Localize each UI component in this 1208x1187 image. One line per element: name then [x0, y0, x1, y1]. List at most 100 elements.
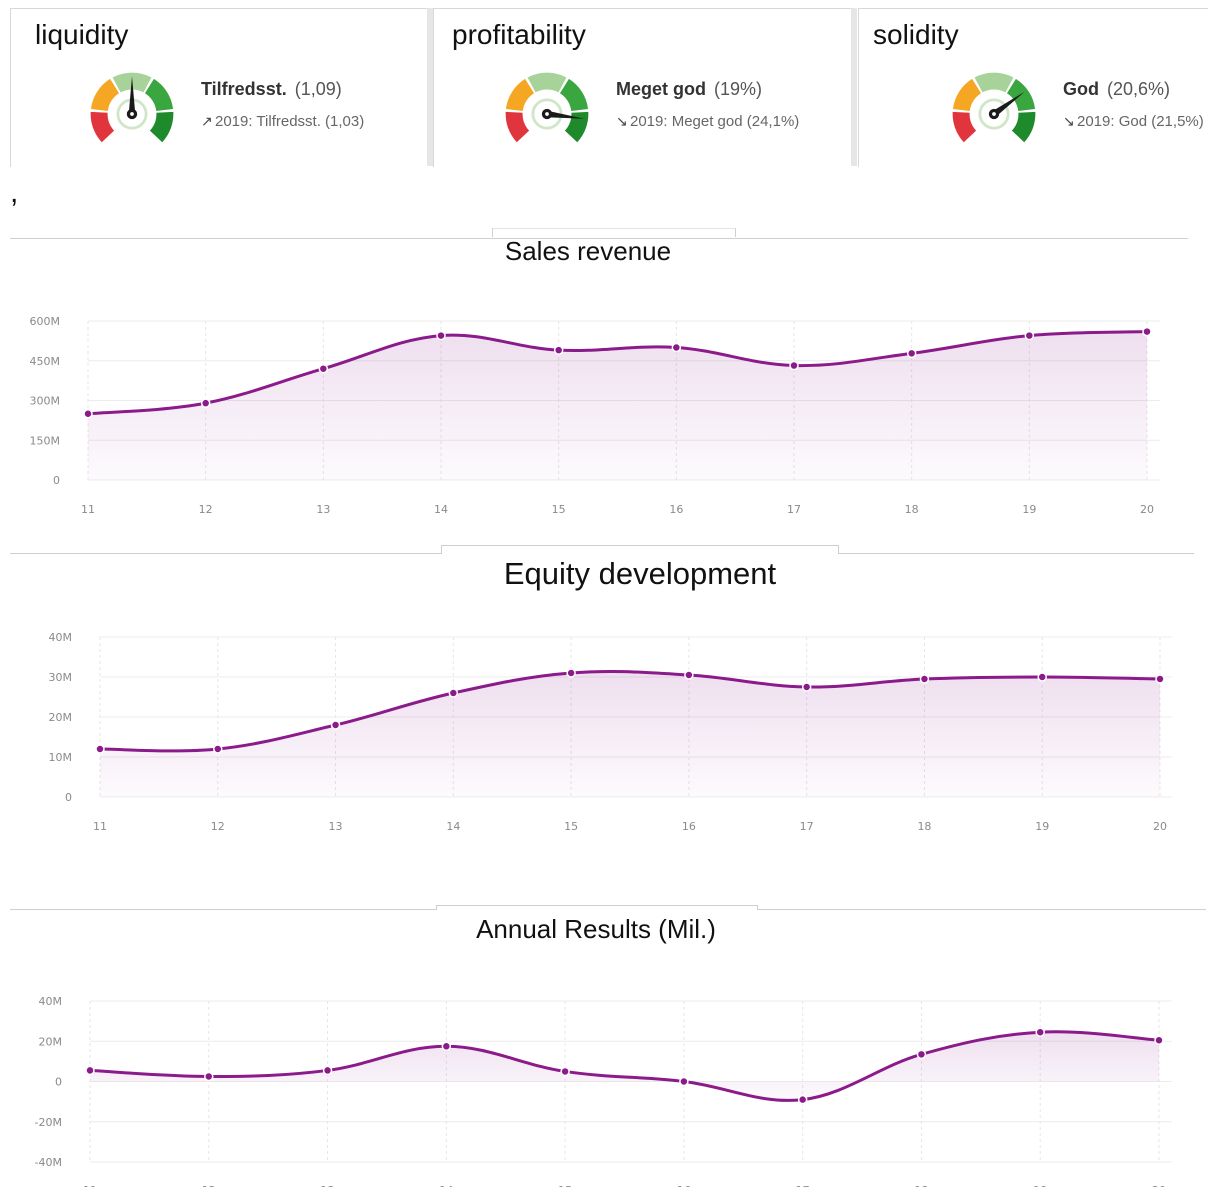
- x-tick-label: 18: [905, 503, 919, 516]
- gauge-icon: [90, 72, 174, 143]
- data-point: [448, 688, 459, 698]
- panel-title: profitability: [452, 19, 586, 50]
- gauge-segment: [144, 78, 174, 112]
- gauge-segment: [505, 78, 535, 112]
- y-tick-label: 20M: [39, 1035, 63, 1048]
- data-point: [801, 682, 812, 692]
- gauge-segment: [952, 111, 977, 143]
- data-point: [436, 330, 446, 341]
- x-tick-label: 18: [917, 820, 931, 833]
- rating-label: Meget god: [616, 79, 706, 99]
- data-point: [671, 342, 682, 353]
- rating-line: God (20,6%): [1063, 79, 1170, 100]
- data-point: [330, 720, 341, 730]
- gauge-segment: [149, 111, 174, 143]
- data-point: [1154, 1035, 1164, 1045]
- gauge-icon: [505, 72, 589, 143]
- x-tick-label: 14: [434, 503, 448, 516]
- y-tick-label: 0: [53, 474, 60, 487]
- title-tab: [436, 905, 758, 910]
- x-tick-label: 16: [669, 503, 683, 516]
- series-line: [89, 1030, 1160, 1102]
- panel-divider: [851, 8, 857, 166]
- gauge-pivot-center: [130, 112, 134, 116]
- profitability-panel: profitability Meget god (19%) ↘ 2019: Mege…: [433, 8, 851, 167]
- area-fill: [100, 671, 1160, 797]
- title-tab: [441, 545, 839, 554]
- y-tick-label: 0: [55, 1076, 62, 1089]
- series-line: [87, 330, 1148, 416]
- previous-year-text: 2019: God (21,5%): [1077, 113, 1204, 130]
- solidity-panel: solidity God (20,6%) ↘ 2019: God (21,5%): [858, 8, 1208, 167]
- gauge-segment: [505, 111, 530, 143]
- x-tick-label: 11: [93, 820, 107, 833]
- x-tick-label: 12: [199, 503, 213, 516]
- rating-line: Tilfredsst. (1,09): [201, 79, 342, 100]
- data-point: [916, 1049, 927, 1060]
- gauge-segment: [974, 72, 1014, 93]
- data-point: [1142, 326, 1152, 337]
- data-point: [1035, 1027, 1045, 1037]
- data-point: [441, 1041, 452, 1052]
- previous-year-line: ↗ 2019: Tilfredsst. (1,03): [201, 113, 364, 130]
- y-tick-label: 450M: [30, 355, 61, 368]
- data-point: [95, 744, 105, 754]
- x-tick-label: 19: [1035, 820, 1049, 833]
- x-tick-label: 19: [1022, 503, 1036, 516]
- y-tick-label: -20M: [35, 1116, 62, 1129]
- chart-title: Equity development: [503, 556, 777, 591]
- gauge-segment: [559, 78, 589, 112]
- x-tick-label: 17: [800, 820, 814, 833]
- data-point: [1024, 330, 1035, 341]
- data-point: [83, 409, 93, 419]
- x-tick-label: 14: [446, 820, 460, 833]
- x-tick-label: 16: [682, 820, 696, 833]
- data-point: [560, 1066, 570, 1077]
- x-tick-label: 20: [1140, 503, 1154, 516]
- rating-value: (20,6%): [1107, 79, 1171, 99]
- data-point: [797, 1094, 808, 1105]
- series-line: [99, 670, 1161, 753]
- liquidity-panel: liquidity Tilfredsst. (1,09) ↗ 2019: Tilfr…: [10, 8, 428, 167]
- y-tick-label: 150M: [30, 434, 61, 447]
- y-tick-label: 40M: [49, 631, 73, 644]
- gauge-segment: [1011, 111, 1036, 143]
- data-point: [789, 360, 799, 371]
- data-point: [1155, 674, 1165, 684]
- x-tick-label: 11: [81, 503, 95, 516]
- gauge-segment: [1006, 78, 1036, 112]
- equity-development-chart: 0 10M 20M 30M 40M 11 12 13 14 15 16 17 18 19 20: [49, 631, 1172, 833]
- panel-title: liquidity: [35, 19, 129, 50]
- gauge-icon: [952, 72, 1036, 143]
- data-point: [322, 1065, 333, 1076]
- x-tick-label: 20: [1153, 820, 1167, 833]
- rating-value: (19%): [714, 79, 763, 99]
- rating-label: Tilfredsst.: [201, 79, 287, 99]
- data-point: [679, 1076, 689, 1087]
- arrow-down-right-icon: ↘: [1063, 113, 1075, 129]
- x-tick-label: 13: [329, 820, 343, 833]
- panel-title: solidity: [873, 19, 959, 50]
- y-tick-label: 600M: [30, 315, 61, 328]
- previous-year-line: ↘ 2019: Meget god (24,1%): [616, 113, 799, 130]
- previous-year-text: 2019: Meget god (24,1%): [630, 113, 800, 130]
- data-point: [906, 348, 917, 359]
- x-tick-label: 15: [564, 820, 578, 833]
- data-point: [553, 345, 564, 355]
- sales-revenue-chart: 0 150M 300M 450M 600M 11 12 13 14 15 16 17 18 19 20: [30, 315, 1160, 516]
- stray-comma: ,: [10, 176, 19, 209]
- arrow-down-right-icon: ↘: [616, 113, 628, 129]
- data-point: [204, 1071, 214, 1082]
- data-point: [684, 670, 694, 680]
- gauge-segment: [952, 78, 982, 112]
- y-tick-label: 20M: [49, 711, 73, 724]
- data-point: [919, 674, 930, 684]
- area-fill: [88, 331, 1147, 480]
- arrow-up-right-icon: ↗: [201, 113, 213, 129]
- y-tick-label: -40M: [35, 1156, 62, 1169]
- chart-title: Annual Results (Mil.): [476, 914, 716, 944]
- y-tick-label: 10M: [49, 751, 73, 764]
- y-tick-label: 300M: [30, 395, 61, 408]
- chart-title: Sales revenue: [504, 236, 672, 266]
- data-point: [1037, 672, 1047, 682]
